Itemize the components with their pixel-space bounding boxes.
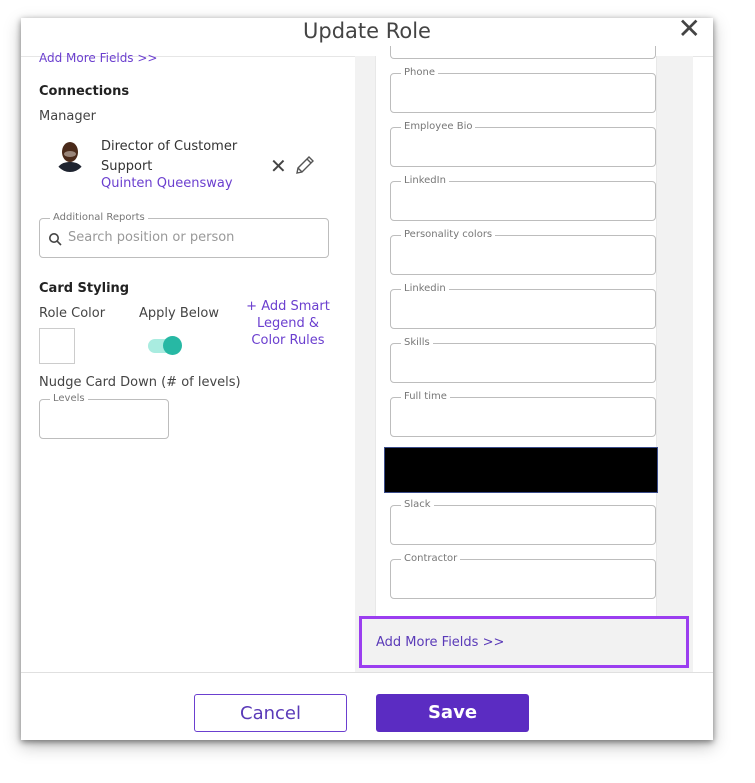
field-legend: Linkedin <box>401 283 449 295</box>
skills-field[interactable]: Skills <box>390 337 656 383</box>
card-styling-heading: Card Styling <box>39 281 130 296</box>
linkedin-field[interactable]: LinkedIn <box>390 175 656 221</box>
manager-title: Director of Customer Support <box>101 139 238 174</box>
levels-legend: Levels <box>50 393 88 405</box>
field-legend: LinkedIn <box>401 175 449 187</box>
partial-field <box>390 46 656 59</box>
custom-fields-list[interactable]: Phone Employee Bio LinkedIn Personality … <box>375 46 658 616</box>
contractor-field[interactable]: Contractor <box>390 553 656 599</box>
add-more-fields-link-top[interactable]: Add More Fields >> <box>39 51 157 65</box>
role-color-label: Role Color <box>39 306 106 321</box>
linkedin-field-2[interactable]: Linkedin <box>390 283 656 329</box>
phone-field[interactable]: Phone <box>390 67 656 113</box>
footer-divider <box>21 672 713 673</box>
field-legend: Personality colors <box>401 229 496 241</box>
cancel-button[interactable]: Cancel <box>194 694 347 732</box>
additional-reports-field[interactable]: Additional Reports Search position or pe… <box>39 212 329 258</box>
additional-reports-legend: Additional Reports <box>50 212 148 224</box>
apply-below-label: Apply Below <box>139 306 219 321</box>
toggle-knob <box>163 336 182 355</box>
field-legend: Contractor <box>401 553 461 565</box>
close-icon[interactable]: ✕ <box>678 18 701 43</box>
update-role-dialog: Update Role ✕ Add More Fields >> Connect… <box>21 18 713 740</box>
employee-bio-field[interactable]: Employee Bio <box>390 121 656 167</box>
save-button[interactable]: Save <box>376 694 529 732</box>
levels-field[interactable]: Levels <box>39 393 169 439</box>
redacted-field <box>384 447 658 493</box>
apply-below-toggle[interactable] <box>148 336 182 355</box>
field-legend: Employee Bio <box>401 121 476 133</box>
add-more-fields-highlight: Add More Fields >> <box>359 616 689 668</box>
field-legend: Full time <box>401 391 450 403</box>
field-legend: Slack <box>401 499 434 511</box>
search-icon <box>48 231 62 246</box>
pencil-icon[interactable] <box>294 154 316 176</box>
nudge-card-label: Nudge Card Down (# of levels) <box>39 375 241 390</box>
manager-label: Manager <box>39 109 96 124</box>
remove-manager-icon[interactable]: ✕ <box>270 154 287 178</box>
field-legend: Skills <box>401 337 433 349</box>
personality-colors-field[interactable]: Personality colors <box>390 229 656 275</box>
manager-name-link[interactable]: Quinten Queensway <box>101 176 233 191</box>
slack-field[interactable]: Slack <box>390 499 656 545</box>
add-more-fields-link[interactable]: Add More Fields >> <box>376 635 504 650</box>
role-color-swatch[interactable] <box>39 328 75 364</box>
connections-heading: Connections <box>39 84 130 99</box>
add-smart-legend-link[interactable]: + Add Smart Legend & Color Rules <box>245 298 331 349</box>
search-input[interactable]: Search position or person <box>68 230 234 245</box>
field-legend: Phone <box>401 67 438 79</box>
full-time-field[interactable]: Full time <box>390 391 656 437</box>
custom-fields-panel: Phone Employee Bio LinkedIn Personality … <box>355 46 693 672</box>
avatar <box>54 138 86 172</box>
